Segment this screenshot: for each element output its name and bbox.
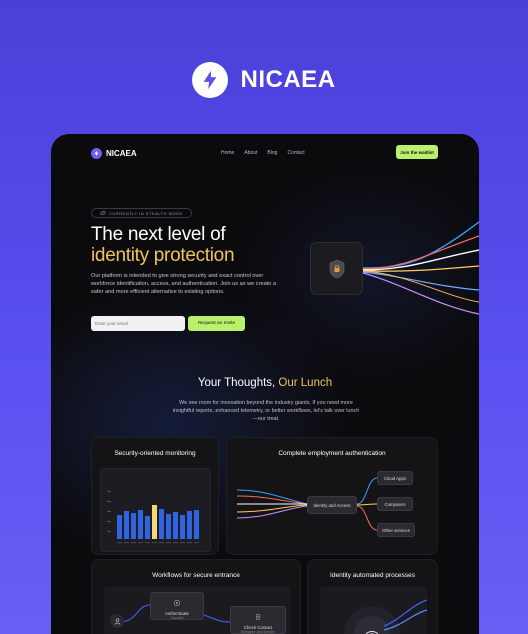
chart-bar — [194, 510, 199, 539]
x-tick — [173, 542, 178, 544]
card-employment: Complete employment authentication Ident… — [226, 437, 438, 555]
card-monitoring: Security-oriented monitoring — [91, 437, 219, 555]
nav-logo-text: NICAEA — [106, 149, 137, 158]
website-preview: NICAEA Home About Blog Contact Join the … — [51, 134, 479, 634]
card-automated: Identity automated processes — [307, 559, 438, 634]
bar-chart-graphic — [107, 491, 199, 544]
x-tick — [194, 542, 199, 544]
nav-link-about[interactable]: About — [244, 150, 257, 156]
chart-bar — [145, 516, 150, 539]
eye-off-icon — [100, 210, 106, 216]
data-streams-graphic — [363, 221, 479, 315]
face-id-icon — [174, 600, 180, 606]
chart-bar-highlight — [152, 505, 157, 539]
shield-lock-icon — [329, 259, 344, 278]
bolt-icon — [91, 148, 102, 159]
chart-bar — [187, 511, 192, 539]
email-input[interactable] — [91, 316, 185, 331]
bolt-logo-icon — [192, 62, 229, 98]
nav-link-contact[interactable]: Contact — [287, 150, 304, 156]
chart-bar — [124, 511, 129, 539]
card-monitoring-title: Security-oriented monitoring — [114, 450, 196, 457]
axis-tick — [107, 501, 111, 502]
chart-bar — [138, 510, 143, 539]
hero-title-line2: identity protection — [91, 245, 235, 266]
brand-header: NICAEA — [0, 62, 528, 98]
x-tick — [124, 542, 129, 544]
nav-logo[interactable]: NICAEA — [91, 148, 137, 159]
hero-title: The next level of identity protection — [91, 224, 235, 266]
hero-description: Our platform is intended to give strong … — [91, 273, 277, 295]
x-tick — [152, 542, 157, 544]
authenticate-box: Authenticate TouchID — [150, 592, 204, 620]
x-tick — [117, 542, 122, 544]
nav-links: Home About Blog Contact — [221, 150, 305, 156]
cloud-apps-box: Cloud Apps — [377, 471, 413, 485]
x-tick — [187, 542, 192, 544]
user-node — [110, 614, 124, 628]
brand-name: NICAEA — [240, 66, 336, 93]
authenticate-subtitle: TouchID — [170, 616, 184, 620]
user-icon — [114, 618, 120, 625]
chart-bar — [180, 515, 185, 539]
document-icon — [255, 614, 261, 620]
axis-tick — [107, 521, 111, 522]
join-waitlist-button[interactable]: Join the waitlist — [396, 145, 438, 159]
top-nav: NICAEA Home About Blog Contact Join the … — [51, 144, 479, 166]
x-tick — [145, 542, 150, 544]
section-title-accent: Our Lunch — [278, 377, 333, 389]
card-workflows: Workflows for secure entrance Authentica… — [91, 559, 301, 634]
monitoring-chart — [100, 468, 211, 552]
x-tick — [159, 542, 164, 544]
x-tick — [131, 542, 136, 544]
chart-bar — [131, 513, 136, 539]
chart-bar — [173, 512, 178, 539]
fingerprint-graphic — [344, 599, 427, 634]
axis-tick — [107, 491, 111, 492]
identity-access-box: Identity and Access — [307, 496, 357, 514]
shield-lock-tile — [310, 242, 363, 295]
stealth-badge: CURRENTLY IN STEALTH MODE — [91, 208, 192, 218]
x-tick — [180, 542, 185, 544]
hero-title-line1: The next level of — [91, 224, 226, 245]
x-tick — [138, 542, 143, 544]
chart-bar — [159, 509, 164, 539]
other-services-box: Other services — [377, 523, 415, 537]
nav-link-blog[interactable]: Blog — [267, 150, 277, 156]
check-contact-subtitle: Behavior and Device — [241, 630, 275, 634]
computers-box: Computers — [377, 497, 413, 511]
nav-link-home[interactable]: Home — [221, 150, 234, 156]
check-contact-box: Check Contact Behavior and Device — [230, 606, 286, 634]
badge-text: CURRENTLY IN STEALTH MODE — [109, 210, 183, 216]
card-automated-title: Identity automated processes — [330, 572, 415, 579]
axis-tick — [107, 511, 111, 512]
chart-bar — [166, 514, 171, 539]
automated-panel — [320, 586, 427, 634]
request-invite-button[interactable]: Request an Invite — [188, 316, 245, 331]
section-description: We see room for innovation beyond the in… — [172, 400, 360, 422]
x-tick — [166, 542, 171, 544]
section-title-main: Your Thoughts, — [197, 377, 279, 389]
section-title: Your Thoughts, Our Lunch — [51, 377, 479, 389]
chart-bar — [117, 515, 122, 539]
axis-tick — [107, 531, 111, 532]
